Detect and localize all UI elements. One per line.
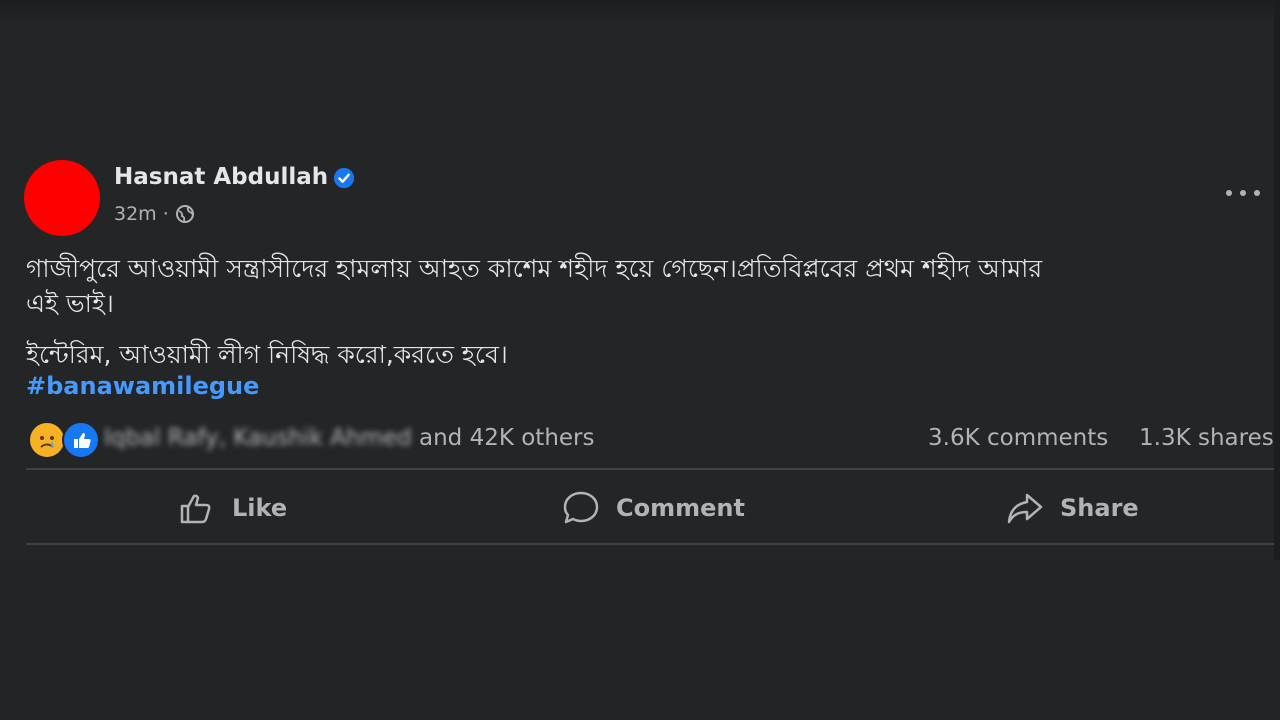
reaction-icons[interactable] xyxy=(28,421,100,459)
comment-label: Comment xyxy=(616,494,745,522)
comment-button[interactable]: Comment xyxy=(562,486,745,530)
share-label: Share xyxy=(1060,494,1139,522)
meta-separator: · xyxy=(162,203,169,225)
sad-reaction-icon xyxy=(28,421,66,459)
shares-count[interactable]: 1.3K shares xyxy=(1139,425,1274,451)
like-button[interactable]: Like xyxy=(178,486,287,530)
like-label: Like xyxy=(232,494,288,522)
actions-divider xyxy=(26,543,1274,545)
reactors-count: and 42K others xyxy=(411,425,595,451)
verified-badge-icon xyxy=(333,167,355,189)
post-body-line-2: এই ভাই। xyxy=(26,289,114,318)
post-body-line-1: গাজীপুরে আওয়ামী সন্ত্রাসীদের হামলায় আহ… xyxy=(26,254,1043,283)
reactors-summary[interactable]: Iqbal Rafy, Kaushik Ahmed and 42K others xyxy=(104,425,594,451)
right-edge-shadow xyxy=(1274,0,1280,560)
like-reaction-icon xyxy=(62,421,100,459)
more-options-icon[interactable] xyxy=(1226,186,1260,200)
avatar[interactable] xyxy=(24,160,100,236)
post-card: Hasnat Abdullah 32m · গাজীপুরে আওয়ামী স… xyxy=(0,0,1280,560)
author-name[interactable]: Hasnat Abdullah xyxy=(114,164,328,190)
reactors-names-blurred: Iqbal Rafy, Kaushik Ahmed xyxy=(104,425,412,451)
globe-icon xyxy=(175,205,194,223)
post-time[interactable]: 32m xyxy=(114,203,157,225)
hashtag-link[interactable]: #banawamilegue xyxy=(26,372,259,400)
stats-divider xyxy=(26,468,1274,470)
share-button[interactable]: Share xyxy=(1006,486,1139,530)
thumbs-up-icon xyxy=(180,494,211,524)
comments-count[interactable]: 3.6K comments xyxy=(928,425,1108,451)
top-shadow xyxy=(0,0,1280,24)
lower-background xyxy=(0,560,1280,720)
share-arrow-icon xyxy=(1007,493,1043,524)
comment-bubble-icon xyxy=(563,491,599,524)
post-meta: 32m · xyxy=(114,203,195,225)
